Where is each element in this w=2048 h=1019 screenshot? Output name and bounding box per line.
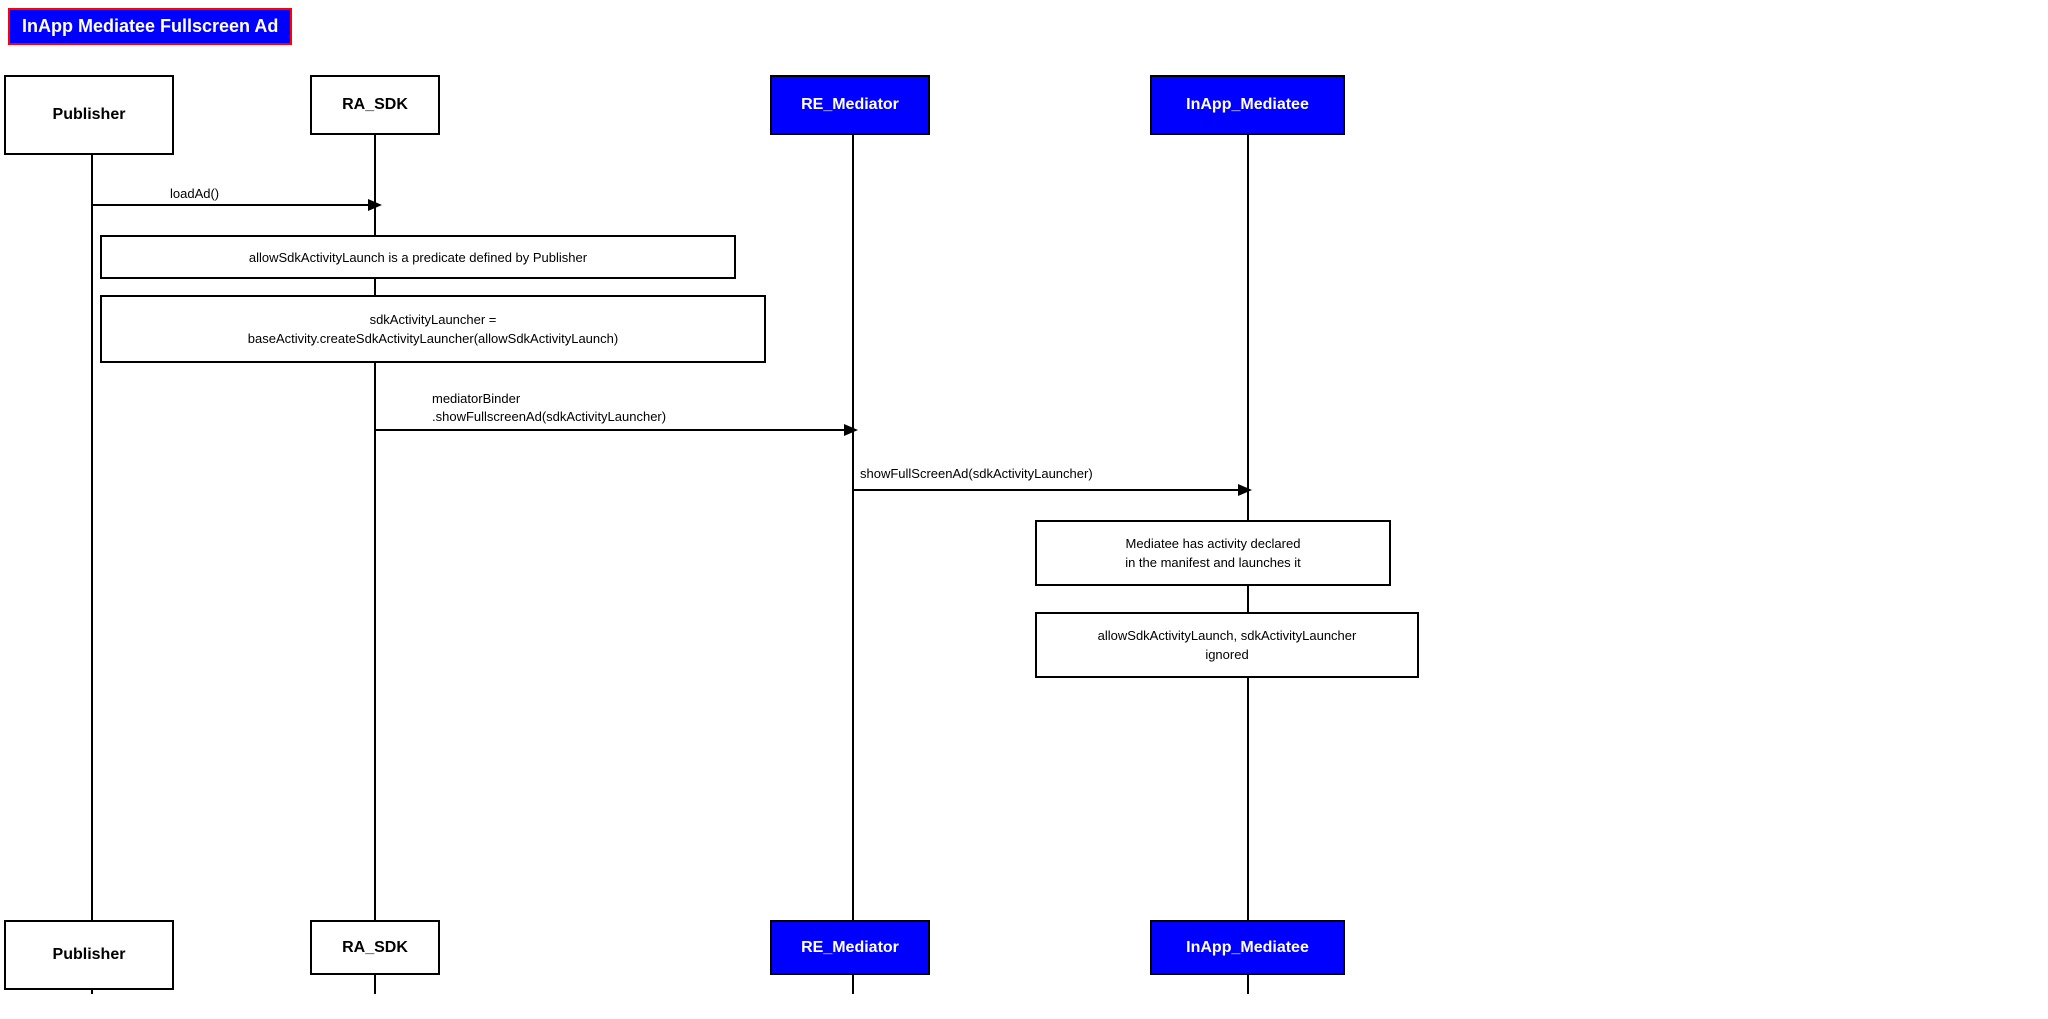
diagram-container: InApp Mediatee Fullscreen Ad Publisher R… [0,0,2048,1019]
publisher-bottom: Publisher [4,920,174,990]
note-mediatee-activity: Mediatee has activity declaredin the man… [1035,520,1391,586]
ra-sdk-top: RA_SDK [310,75,440,135]
publisher-top: Publisher [4,75,174,155]
note-mediatee-activity-text: Mediatee has activity declaredin the man… [1125,534,1301,573]
note-allow-sdk-text: allowSdkActivityLaunch is a predicate de… [249,250,587,265]
note-mediatee-ignored: allowSdkActivityLaunch, sdkActivityLaunc… [1035,612,1419,678]
msg-load-ad-label: loadAd() [170,186,219,201]
note-sdk-launcher-text: sdkActivityLauncher =baseActivity.create… [248,310,618,349]
inapp-mediatee-bottom: InApp_Mediatee [1150,920,1345,975]
arrows-svg [0,0,2048,1019]
diagram-title: InApp Mediatee Fullscreen Ad [8,8,292,45]
msg-mediator-binder-label: mediatorBinder.showFullscreenAd(sdkActiv… [432,390,666,426]
re-mediator-bottom: RE_Mediator [770,920,930,975]
mediator-binder-text: mediatorBinder.showFullscreenAd(sdkActiv… [432,391,666,424]
note-mediatee-ignored-text: allowSdkActivityLaunch, sdkActivityLaunc… [1098,626,1357,665]
inapp-mediatee-top: InApp_Mediatee [1150,75,1345,135]
note-allow-sdk: allowSdkActivityLaunch is a predicate de… [100,235,736,279]
msg-show-fullscreen-label: showFullScreenAd(sdkActivityLauncher) [860,466,1093,481]
re-mediator-top: RE_Mediator [770,75,930,135]
ra-sdk-bottom: RA_SDK [310,920,440,975]
note-sdk-activity-launcher: sdkActivityLauncher =baseActivity.create… [100,295,766,363]
